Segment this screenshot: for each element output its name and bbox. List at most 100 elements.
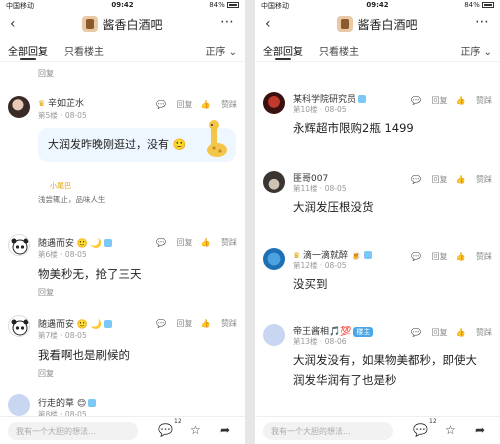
reply-input[interactable]: 我有一个大胆的想法... (8, 422, 138, 440)
post-actions: 💬 回复 👍 赞踩 (148, 318, 237, 329)
like-action-label: 赞踩 (221, 100, 237, 109)
forum-title[interactable]: 酱香白酒吧 (0, 16, 245, 33)
status-bar: 中国移动 09:42 84% (255, 0, 500, 10)
username[interactable]: 随遇而安 🙂 🌙 (38, 236, 113, 249)
reply-link[interactable]: 回复 (38, 368, 54, 379)
forum-title[interactable]: 酱香白酒吧 (255, 16, 500, 33)
reply-action-label: 回复 (431, 96, 448, 105)
right-screen: 中国移动 09:42 84% ‹ 酱香白酒吧 ⋯ 全部回复 只看楼主 正序 ⌄ … (255, 0, 500, 444)
panda-avatar-icon (11, 319, 29, 336)
comment-count: 12 (174, 418, 182, 425)
avatar[interactable] (8, 234, 30, 256)
panda-avatar-icon (11, 238, 29, 255)
username[interactable]: 随遇而安 🙂 🌙 (38, 317, 113, 330)
post-actions: 💬 回复 👍 赞踩 (403, 174, 492, 185)
post-actions: 💬 回复 👍 赞踩 (148, 99, 237, 110)
verified-badge-icon (104, 239, 113, 247)
more-icon[interactable]: ⋯ (220, 14, 235, 30)
comment-count: 12 (429, 418, 437, 425)
username-text: 随遇而安 🙂 🌙 (38, 320, 103, 330)
reply-link[interactable]: 回复 (38, 287, 54, 298)
star-icon[interactable]: ☆ (445, 423, 456, 437)
reply-action-label: 回复 (431, 328, 448, 337)
reply-input[interactable]: 我有一个大胆的想法... (263, 422, 393, 440)
username[interactable]: ♛ 辛如芷水 (38, 96, 84, 109)
share-icon[interactable]: ➦ (220, 423, 230, 437)
like-action[interactable]: 👍 赞踩 (455, 328, 492, 337)
like-action[interactable]: 👍 赞踩 (455, 175, 492, 184)
message-bubble: 大润发昨晚刚逛过，没有 🙂 (38, 120, 236, 162)
post-actions: 💬 回复 👍 赞踩 (403, 327, 492, 338)
avatar[interactable] (8, 315, 30, 337)
post-content: 物美秒无，抢了三天 (38, 267, 142, 281)
like-action-label: 赞踩 (476, 175, 492, 184)
avatar[interactable] (263, 92, 285, 114)
forum-logo-icon (82, 16, 99, 32)
star-icon[interactable]: ☆ (190, 423, 201, 437)
comments-icon[interactable]: 💬 (158, 423, 173, 437)
like-action-label: 赞踩 (221, 319, 237, 328)
avatar[interactable] (8, 96, 30, 118)
reply-action[interactable]: 💬 回复 (411, 96, 448, 105)
avatar[interactable] (8, 394, 30, 416)
post-actions: 💬 回复 👍 赞踩 (403, 251, 492, 262)
tab-op-only[interactable]: 只看楼主 (319, 43, 359, 58)
battery-icon (482, 2, 494, 8)
reply-action[interactable]: 💬 回复 (156, 100, 193, 109)
sort-dropdown[interactable]: 正序 ⌄ (205, 43, 237, 58)
reply-action-label: 回复 (176, 238, 193, 247)
reply-action[interactable]: 💬 回复 (156, 319, 193, 328)
post-content: 没买到 (293, 277, 328, 291)
forum-title-text: 酱香白酒吧 (102, 18, 163, 32)
title-bar: ‹ 酱香白酒吧 ⋯ (255, 10, 500, 38)
battery-icon (227, 2, 239, 8)
post-content-line1: 大润发没有，如果物美都秒，即使大 (293, 353, 477, 367)
post-meta: 第12楼 · 08-05 (293, 261, 347, 270)
screens: 中国移动 09:42 84% ‹ 酱香白酒吧 ⋯ 全部回复 只看楼主 正序 ⌄ … (0, 0, 500, 444)
username-text: 随遇而安 🙂 🌙 (38, 239, 103, 249)
reply-action-label: 回复 (176, 319, 193, 328)
like-action[interactable]: 👍 赞踩 (455, 252, 492, 261)
like-action[interactable]: 👍 赞踩 (200, 319, 237, 328)
diamond-badge-icon (358, 95, 367, 103)
reply-action[interactable]: 💬 回复 (411, 252, 448, 261)
username-text: 行走的草 😊 (38, 399, 87, 409)
like-action[interactable]: 👍 赞踩 (455, 96, 492, 105)
like-action[interactable]: 👍 赞踩 (200, 238, 237, 247)
battery: 84% (464, 1, 494, 9)
tab-bar: 全部回复 只看楼主 正序 ⌄ (0, 38, 245, 62)
username-text: 辛如芷水 (48, 99, 85, 109)
bottom-bar: 我有一个大胆的想法... 💬 12 ☆ ➦ (255, 416, 500, 444)
more-icon[interactable]: ⋯ (475, 14, 490, 30)
tab-all-replies[interactable]: 全部回复 (8, 43, 48, 60)
signature-tag: 小尾巴 (50, 182, 71, 190)
reply-action[interactable]: 💬 回复 (411, 328, 448, 337)
status-bar: 中国移动 09:42 84% (0, 0, 245, 10)
reply-action-label: 回复 (176, 100, 193, 109)
crown-icon: ♛ (293, 251, 301, 260)
post-meta: 第7楼 · 08-05 (38, 331, 87, 340)
post-content: 永辉超市限购2瓶 1499 (293, 121, 414, 135)
giraffe-sticker-icon (207, 120, 227, 157)
tab-bar: 全部回复 只看楼主 正序 ⌄ (255, 38, 500, 62)
forum-title-text: 酱香白酒吧 (357, 18, 418, 32)
tab-op-only[interactable]: 只看楼主 (64, 43, 104, 58)
avatar[interactable] (263, 324, 285, 346)
comments-icon[interactable]: 💬 (413, 423, 428, 437)
share-icon[interactable]: ➦ (475, 423, 485, 437)
username[interactable]: 行走的草 😊 (38, 396, 97, 409)
tab-all-replies[interactable]: 全部回复 (263, 43, 303, 60)
reply-action[interactable]: 💬 回复 (411, 175, 448, 184)
like-action[interactable]: 👍 赞踩 (200, 100, 237, 109)
bottom-bar: 我有一个大胆的想法... 💬 12 ☆ ➦ (0, 416, 245, 444)
post-content-line2: 润发华润有了也是秒 (293, 373, 397, 387)
reply-action-label: 回复 (431, 175, 448, 184)
avatar[interactable] (263, 171, 285, 193)
sort-dropdown[interactable]: 正序 ⌄ (460, 43, 492, 58)
avatar[interactable] (263, 248, 285, 270)
reply-link[interactable]: 回复 (38, 68, 245, 79)
signature-text: 浅尝辄止，品味人生 (38, 195, 106, 204)
verified-badge-icon (104, 320, 113, 328)
left-screen: 中国移动 09:42 84% ‹ 酱香白酒吧 ⋯ 全部回复 只看楼主 正序 ⌄ … (0, 0, 245, 444)
reply-action[interactable]: 💬 回复 (156, 238, 193, 247)
